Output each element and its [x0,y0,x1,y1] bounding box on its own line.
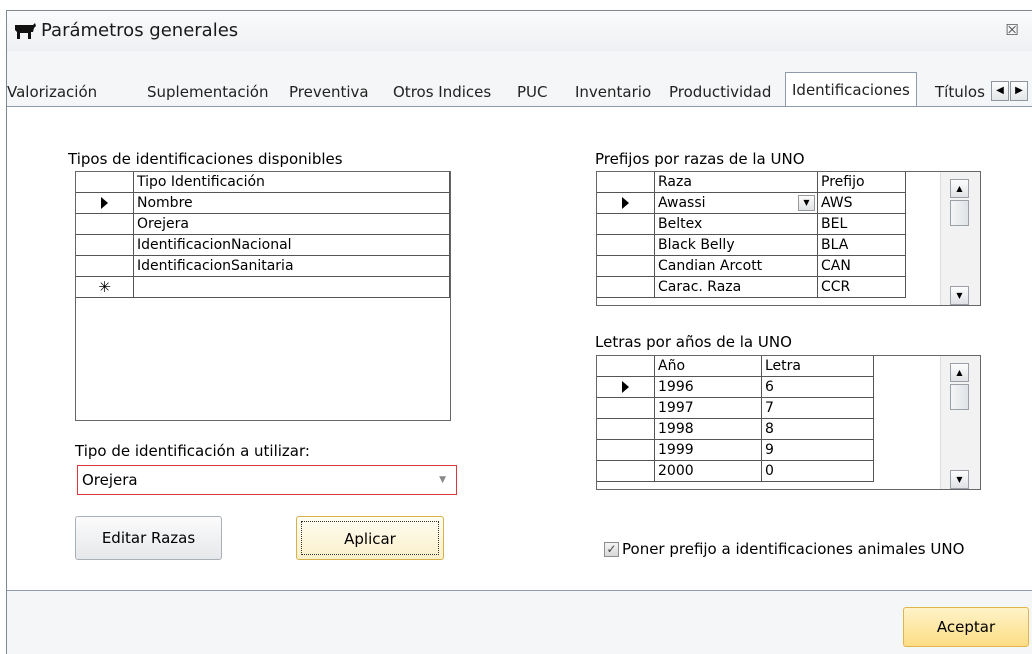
row-header-cell[interactable] [597,214,655,235]
tab-suplementacion[interactable]: Suplementación [145,77,268,107]
tipo-cell[interactable]: IdentificacionNacional [134,235,450,256]
new-row-icon: ✳ [76,277,134,298]
tipo-utilizar-label: Tipo de identificación a utilizar: [75,442,310,460]
tab-scroll-left-icon[interactable]: ◀ [991,81,1009,101]
tipo-cell[interactable]: IdentificacionSanitaria [134,256,450,277]
row-header-cell[interactable] [597,256,655,277]
tipo-cell[interactable]: Orejera [134,214,450,235]
raza-column-header[interactable]: Raza [655,172,818,193]
tab-identificaciones[interactable]: Identificaciones [785,72,917,107]
prefijos-label: Prefijos por razas de la UNO [595,150,805,168]
row-header-cell[interactable] [76,214,134,235]
letra-cell[interactable]: 6 [762,377,874,398]
anio-cell[interactable]: 1997 [655,398,762,419]
tab-titulos[interactable]: Títulos [933,77,995,107]
row-header-cell[interactable] [597,277,655,298]
tipo-utilizar-value: Orejera [82,471,138,489]
prefijo-cell[interactable]: CAN [818,256,906,277]
row-header-cell [597,356,655,377]
tab-otros-indices[interactable]: Otros Indices [391,77,491,107]
tipos-grid[interactable]: Tipo Identificación Nombre Orejera Ident… [75,171,451,421]
raza-cell[interactable]: Awassi ▼ [655,193,818,214]
letras-scrollbar[interactable]: ▲ ▼ [940,356,980,489]
row-header-cell[interactable] [76,235,134,256]
anio-column-header[interactable]: Año [655,356,762,377]
letras-grid[interactable]: Año Letra 1996 6 1997 7 1998 8 1999 9 20… [596,355,981,490]
anio-cell[interactable]: 1996 [655,377,762,398]
prefijo-cell[interactable]: AWS [818,193,906,214]
prefijo-cell[interactable]: BEL [818,214,906,235]
letra-cell[interactable]: 8 [762,419,874,440]
tipo-column-header[interactable]: Tipo Identificación [134,172,450,193]
row-header-cell [76,172,134,193]
scroll-down-icon[interactable]: ▼ [950,286,969,305]
letra-cell[interactable]: 7 [762,398,874,419]
tab-strip: Valorización Suplementación Preventiva O… [5,72,1032,107]
scroll-down-icon[interactable]: ▼ [950,470,969,489]
tipo-utilizar-select[interactable]: Orejera ▼ [77,465,457,495]
aplicar-button[interactable]: Aplicar [296,516,444,560]
editar-razas-button[interactable]: Editar Razas [75,516,222,560]
prefix-checkbox-label[interactable]: Poner prefijo a identificaciones animale… [622,540,964,558]
parametros-window: Parámetros generales ☒ Valorización Supl… [6,10,1032,654]
row-header-cell[interactable] [76,256,134,277]
chevron-down-icon[interactable]: ▼ [439,475,446,485]
tab-inventario[interactable]: Inventario [573,77,651,107]
letra-cell[interactable]: 9 [762,440,874,461]
aplicar-button-label: Aplicar [301,521,439,555]
scroll-up-icon[interactable]: ▲ [950,363,969,382]
row-header-cell[interactable] [597,235,655,256]
prefijos-grid[interactable]: Raza Prefijo Awassi ▼ AWS Beltex BEL Bla… [596,171,981,306]
cow-app-icon [15,23,36,39]
anio-cell[interactable]: 2000 [655,461,762,482]
row-header-cell[interactable] [597,461,655,482]
scroll-thumb[interactable] [950,200,969,226]
tipos-label: Tipos de identificaciones disponibles [68,150,343,168]
prefijo-cell[interactable]: BLA [818,235,906,256]
letra-column-header[interactable]: Letra [762,356,874,377]
row-header-cell [597,172,655,193]
anio-cell[interactable]: 1998 [655,419,762,440]
aceptar-button[interactable]: Aceptar [903,607,1029,647]
row-header-cell[interactable] [597,440,655,461]
row-header-cell[interactable] [597,419,655,440]
letras-label: Letras por años de la UNO [595,333,792,351]
current-row-icon [597,377,655,398]
scroll-thumb[interactable] [950,384,969,410]
tipo-cell[interactable]: Nombre [134,193,450,214]
tab-preventiva[interactable]: Preventiva [287,77,369,107]
prefijo-column-header[interactable]: Prefijo [818,172,906,193]
prefijo-cell[interactable]: CCR [818,277,906,298]
prefix-checkbox[interactable]: ✓ [604,542,619,557]
current-row-icon [76,193,134,214]
tab-scroll-right-icon[interactable]: ▶ [1010,81,1028,101]
tab-productividad[interactable]: Productividad [667,77,771,107]
close-icon[interactable]: ☒ [1002,20,1022,40]
anio-cell[interactable]: 1999 [655,440,762,461]
tipo-cell-new[interactable] [134,277,450,298]
raza-cell[interactable]: Beltex [655,214,818,235]
scroll-up-icon[interactable]: ▲ [950,179,969,198]
current-row-icon [597,193,655,214]
raza-value: Awassi [658,195,706,211]
window-title: Parámetros generales [41,20,239,41]
tab-puc[interactable]: PUC [515,77,548,107]
tab-valorizacion[interactable]: Valorización [5,77,97,107]
raza-cell[interactable]: Candian Arcott [655,256,818,277]
title-bar: Parámetros generales ☒ [7,11,1032,51]
raza-cell[interactable]: Black Belly [655,235,818,256]
prefijos-scrollbar[interactable]: ▲ ▼ [940,172,980,305]
letra-cell[interactable]: 0 [762,461,874,482]
row-header-cell[interactable] [597,398,655,419]
raza-cell[interactable]: Carac. Raza [655,277,818,298]
raza-dropdown-icon[interactable]: ▼ [798,195,815,211]
